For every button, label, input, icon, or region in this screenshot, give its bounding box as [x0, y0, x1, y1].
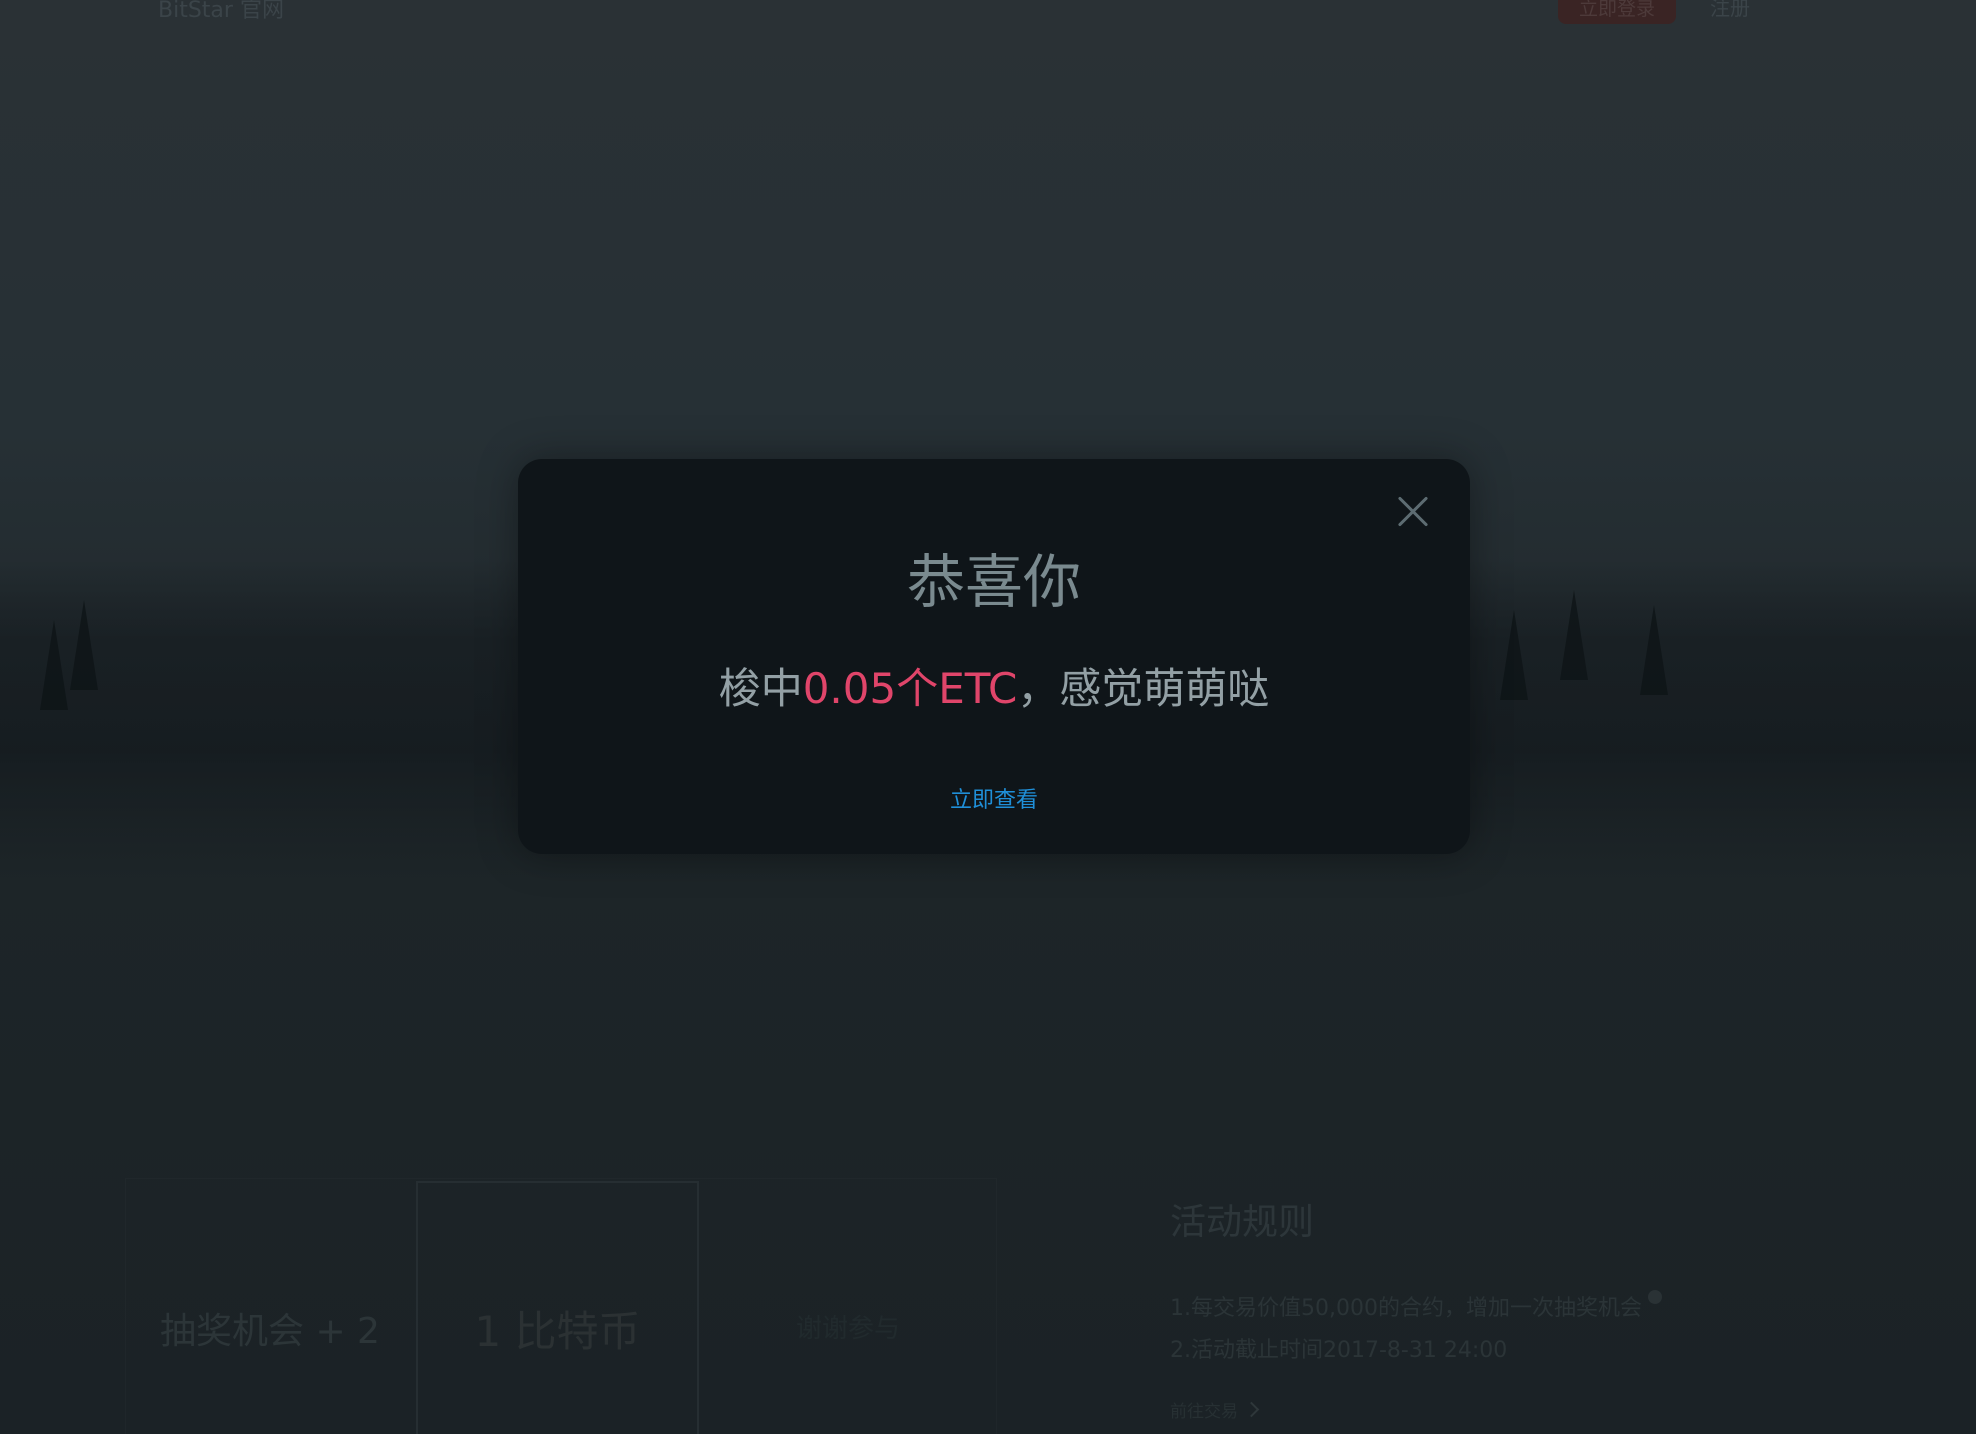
tree-silhouette: [1640, 605, 1668, 695]
tree-silhouette: [70, 600, 98, 690]
tree-silhouette: [1560, 590, 1588, 680]
register-link[interactable]: 注册: [1710, 0, 1750, 21]
close-icon[interactable]: [1393, 491, 1433, 531]
go-trade-label: 前往交易: [1170, 1402, 1238, 1422]
login-button[interactable]: 立即登录: [1558, 0, 1676, 24]
rule-item: 2.活动截止时间2017-8-31 24:00: [1170, 1338, 1508, 1363]
prize-modal: 恭喜你 梭中0.05个ETC，感觉萌萌哒 立即查看: [518, 459, 1470, 854]
brand-link[interactable]: BitStar 官网: [158, 0, 284, 24]
page-background: BitStar 官网 立即登录 注册 抽奖机会 + 2 1 比特币 谢谢参与 活…: [0, 0, 1976, 1434]
prize-text: 1 比特币: [474, 1307, 641, 1356]
message-prefix: 梭中: [718, 664, 803, 713]
tree-silhouette: [40, 620, 68, 710]
info-icon[interactable]: [1647, 1290, 1662, 1304]
rule-text: 1.每交易价值50,000的合约，增加一次抽奖机会: [1170, 1296, 1642, 1321]
modal-message: 梭中0.05个ETC，感觉萌萌哒: [518, 655, 1470, 716]
lottery-slot-text: 谢谢参与: [796, 1314, 901, 1344]
rule-item: 1.每交易价值50,000的合约，增加一次抽奖机会: [1170, 1290, 1662, 1322]
view-now-link[interactable]: 立即查看: [518, 782, 1470, 814]
message-suffix: ，感觉萌萌哒: [1017, 664, 1270, 713]
rules-title: 活动规则: [1170, 1202, 1315, 1243]
modal-title: 恭喜你: [906, 548, 1081, 616]
tree-silhouette: [1500, 610, 1528, 700]
go-trade-link[interactable]: 前往交易: [1170, 1397, 1260, 1422]
lottery-chance-text: 抽奖机会 + 2: [160, 1311, 380, 1352]
chevron-right-icon: [1243, 1401, 1260, 1418]
prize-amount: 0.05个ETC: [802, 664, 1018, 713]
